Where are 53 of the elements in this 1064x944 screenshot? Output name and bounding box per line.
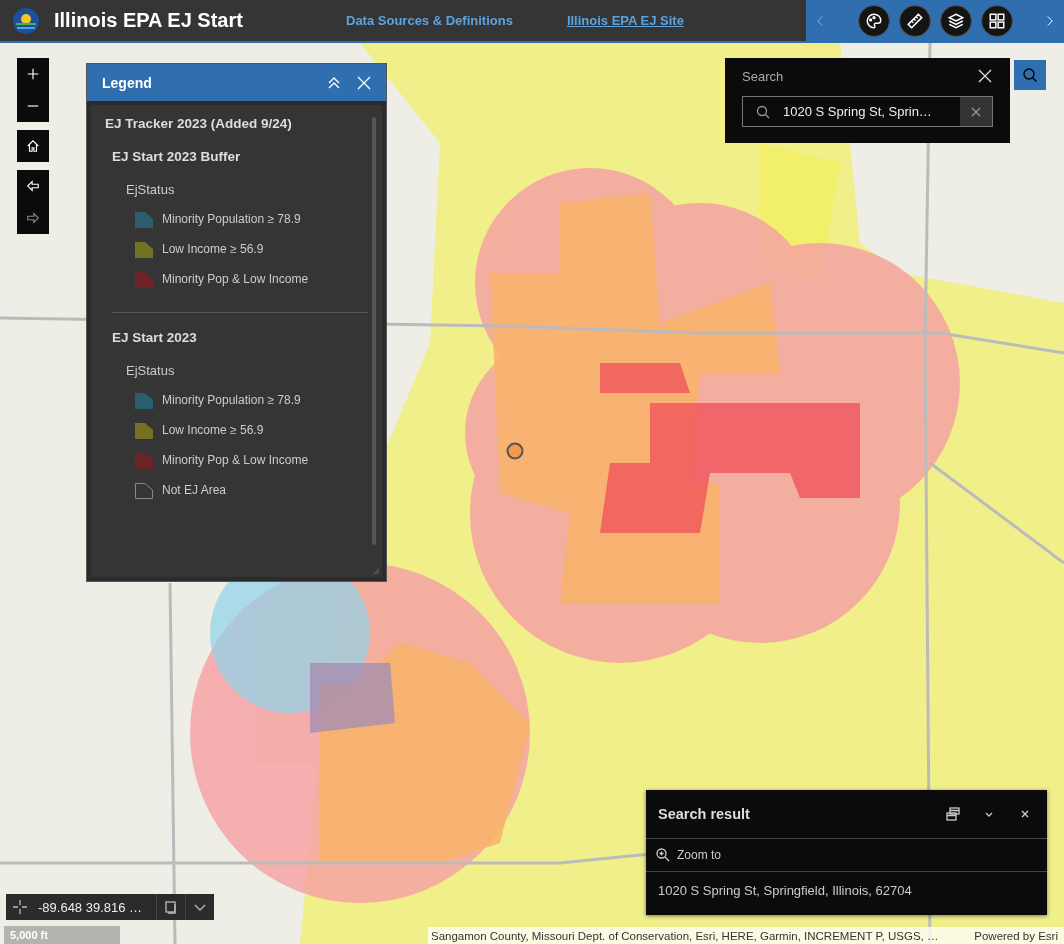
layers-icon (946, 11, 965, 30)
resize-handle-icon (372, 567, 380, 575)
coordinates-text: -89.648 39.816 … (37, 898, 144, 917)
logo-icon (12, 6, 40, 35)
forward-button[interactable] (17, 202, 49, 234)
attribution-text: Sangamon County, Missouri Dept. of Conservation, Esri, HERE, Garmin, INCREMENT P, USGS, … (431, 929, 939, 942)
legend-label: Low Income ≥ 56.9 (162, 242, 264, 256)
home-button[interactable] (17, 130, 49, 162)
search-button[interactable] (1014, 60, 1046, 90)
layer-title: EJ Start 2023 (112, 330, 198, 345)
layer-title: EJ Start 2023 Buffer (112, 149, 242, 164)
header-link[interactable]: Illinois EPA EJ Site (566, 13, 684, 28)
legend-label: Minority Population ≥ 78.9 (162, 393, 301, 407)
search-icon (1022, 67, 1038, 83)
zoom-in-icon (655, 847, 671, 863)
back-button[interactable] (17, 170, 49, 202)
legend-title: Legend (102, 74, 153, 91)
search-title: Search (742, 68, 784, 84)
legend-group-title: EJ Tracker 2023 (Added 9/24) (105, 116, 293, 131)
ruler-icon (905, 11, 924, 30)
arrow-left-icon (26, 179, 40, 193)
field-name: EjStatus (126, 363, 176, 378)
grid-button[interactable] (980, 4, 1013, 37)
zoom-in-button[interactable] (17, 58, 49, 90)
result-title: Search result (658, 806, 751, 822)
legend-label: Minority Pop & Low Income (162, 272, 309, 286)
legend-label: Minority Population ≥ 78.9 (162, 212, 301, 226)
home-icon (26, 139, 40, 153)
scale-bar: 5,000 ft (4, 926, 120, 944)
palette-button[interactable] (857, 4, 890, 37)
legend-label: Not EJ Area (162, 483, 227, 497)
layers-button[interactable] (939, 4, 972, 37)
legend-label: Minority Pop & Low Income (162, 453, 309, 467)
grid-icon (987, 11, 1006, 30)
plus-icon (26, 67, 40, 81)
close-icon (356, 74, 372, 91)
ruler-button[interactable] (898, 4, 931, 37)
location-marker-icon (506, 442, 524, 460)
dock-icon (945, 806, 961, 822)
crosshair-icon (12, 899, 28, 915)
powered-by-text: Powered by Esri (974, 929, 1058, 942)
legend-swatch (135, 481, 153, 499)
close-icon (977, 68, 993, 84)
arrow-right-icon (26, 211, 40, 225)
app-title: Illinois EPA EJ Start (54, 9, 244, 32)
copy-icon (163, 899, 179, 915)
scrollbar[interactable] (372, 117, 376, 545)
field-name: EjStatus (126, 182, 176, 197)
palette-icon (864, 11, 883, 30)
legend-label: Low Income ≥ 56.9 (162, 423, 264, 437)
zoom-to-link[interactable]: Zoom to (677, 848, 721, 862)
result-address: 1020 S Spring St, Springfield, Illinois, 62704 (657, 882, 913, 898)
header-link[interactable]: Data Sources & Definitions (346, 13, 513, 28)
